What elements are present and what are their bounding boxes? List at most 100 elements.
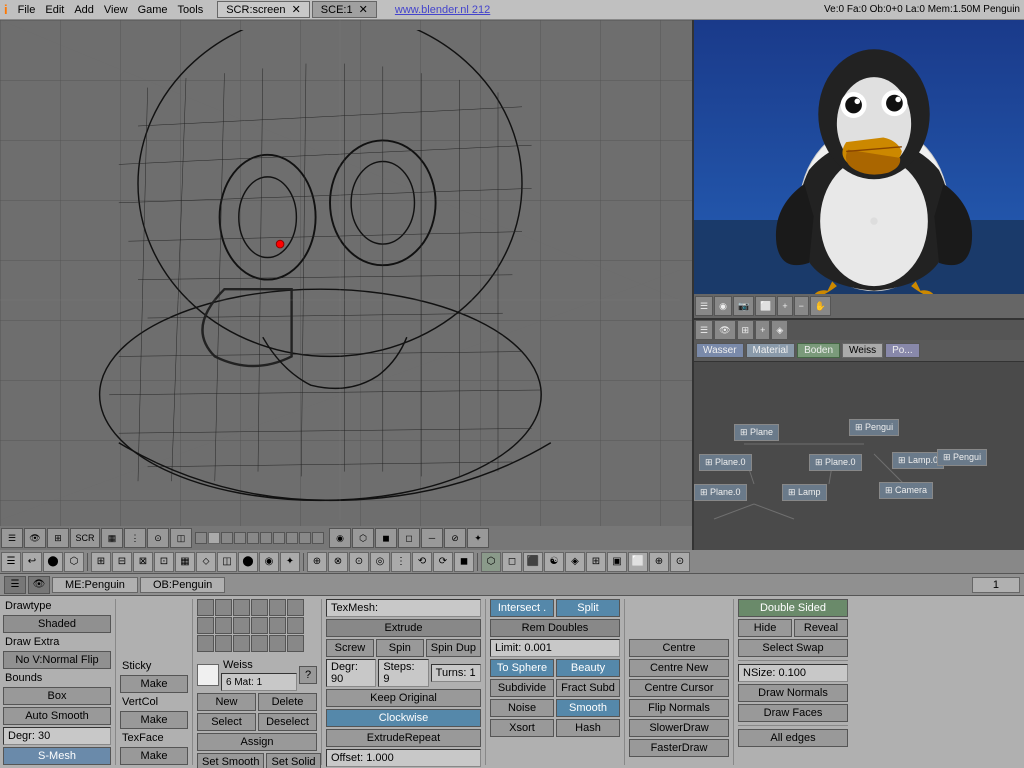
offset-input[interactable]: Offset: 1.000 (326, 749, 481, 767)
layer-10[interactable] (312, 532, 324, 544)
rem-doubles-btn[interactable]: Rem Doubles (490, 619, 620, 637)
extrude-repeat-btn[interactable]: ExtrudeRepeat (326, 729, 481, 747)
sq-9[interactable] (233, 617, 250, 634)
toolbar-btn-5[interactable]: ⊞ (91, 552, 111, 572)
smooth-btn[interactable]: Smooth (556, 699, 620, 717)
render-btn-camera[interactable]: 📷 (733, 296, 754, 316)
auto-smooth-btn[interactable]: Auto Smooth (3, 707, 111, 725)
bounds-dropdown[interactable]: Box (3, 687, 111, 705)
menu-tools[interactable]: Tools (178, 4, 204, 16)
node-btn-menu[interactable]: ☰ (695, 320, 713, 340)
intersect-btn[interactable]: Intersect . (490, 599, 554, 617)
menu-add[interactable]: Add (74, 4, 94, 16)
toolbar-btn-23[interactable]: ⬡ (481, 552, 501, 572)
to-sphere-btn[interactable]: To Sphere (490, 659, 554, 677)
sq-10[interactable] (251, 617, 268, 634)
split-btn[interactable]: Split (556, 599, 620, 617)
toolbar-btn-27[interactable]: ◈ (565, 552, 585, 572)
vp-btn-layer[interactable]: ◫ (170, 528, 192, 548)
degr-90-input[interactable]: Degr: 90 (326, 659, 376, 687)
layer-6[interactable] (260, 532, 272, 544)
node-plane0-3[interactable]: ⊞ Plane.0 (694, 484, 747, 501)
slower-draw-btn[interactable]: SlowerDraw (629, 719, 729, 737)
toolbar-btn-32[interactable]: ⊙ (670, 552, 690, 572)
sq-2[interactable] (215, 599, 232, 616)
node-btn-node[interactable]: ◈ (771, 320, 788, 340)
double-sided-btn[interactable]: Double Sided (738, 599, 848, 617)
menu-game[interactable]: Game (138, 4, 168, 16)
layer-1[interactable] (195, 532, 207, 544)
clockwise-btn[interactable]: Clockwise (326, 709, 481, 727)
toolbar-btn-20[interactable]: ⟲ (412, 552, 432, 572)
drawtype-shaded[interactable]: Shaded (3, 615, 111, 633)
reveal-btn[interactable]: Reveal (794, 619, 848, 637)
sq-5[interactable] (269, 599, 286, 616)
layer-9[interactable] (299, 532, 311, 544)
texmesh-input[interactable]: TexMesh: (326, 599, 481, 617)
set-smooth-btn[interactable]: Set Smooth (197, 753, 264, 768)
toolbar-btn-19[interactable]: ⋮ (391, 552, 411, 572)
fract-subd-btn[interactable]: Fract Subd (556, 679, 620, 697)
node-plane0-1[interactable]: ⊞ Plane.0 (699, 454, 752, 471)
color-swatch[interactable] (197, 664, 219, 686)
sticky-make-btn[interactable]: Make (120, 675, 188, 693)
node-editor[interactable]: ☰ 👁 ⊞ + ◈ Wasser Material Boden Weis (694, 320, 1024, 550)
toolbar-btn-29[interactable]: ▣ (607, 552, 627, 572)
layer-8[interactable] (286, 532, 298, 544)
status-viewport-icon[interactable]: 👁 (28, 576, 50, 594)
spin-btn[interactable]: Spin (376, 639, 424, 657)
node-btn-add[interactable]: + (755, 320, 770, 340)
node-btn-view[interactable]: 👁 (714, 320, 735, 340)
node-plane[interactable]: ⊞ Plane (734, 424, 779, 441)
vp-btn-prop[interactable]: ◉ (329, 528, 351, 548)
toolbar-btn-28[interactable]: ⊞ (586, 552, 606, 572)
sq-11[interactable] (269, 617, 286, 634)
node-btn-select[interactable]: ⊞ (737, 320, 755, 340)
viewport-3d[interactable]: ☰ 👁 ⊞ SCR ▦ ⋮ ⊙ ◫ ◉ ⬡ ◼ ◻ (0, 20, 694, 550)
toolbar-btn-21[interactable]: ⟳ (433, 552, 453, 572)
sq-4[interactable] (251, 599, 268, 616)
toolbar-btn-12[interactable]: ⬤ (238, 552, 258, 572)
faster-draw-btn[interactable]: FasterDraw (629, 739, 729, 757)
centre-cursor-btn[interactable]: Centre Cursor (629, 679, 729, 697)
vertcol-make-btn[interactable]: Make (120, 711, 188, 729)
steps-input[interactable]: Steps: 9 (378, 659, 428, 687)
assign-btn[interactable]: Assign (197, 733, 317, 751)
spin-dup-btn[interactable]: Spin Dup (426, 639, 481, 657)
sq-18[interactable] (287, 635, 304, 652)
centre-btn[interactable]: Centre (629, 639, 729, 657)
sq-3[interactable] (233, 599, 250, 616)
vp-btn-grid[interactable]: ▦ (101, 528, 123, 548)
layer-4[interactable] (234, 532, 246, 544)
menu-file[interactable]: File (18, 4, 36, 16)
vp-btn-xray[interactable]: ✦ (467, 528, 489, 548)
toolbar-btn-4[interactable]: ⬡ (64, 552, 84, 572)
toolbar-btn-30[interactable]: ⬜ (628, 552, 648, 572)
s-mesh-btn[interactable]: S-Mesh (3, 747, 111, 765)
toolbar-btn-11[interactable]: ◫ (217, 552, 237, 572)
toolbar-btn-22[interactable]: ◼ (454, 552, 474, 572)
toolbar-btn-6[interactable]: ⊟ (112, 552, 132, 572)
keep-original-btn[interactable]: Keep Original (326, 689, 481, 707)
sq-13[interactable] (197, 635, 214, 652)
material-tab-weiss[interactable]: Weiss (842, 343, 883, 358)
toolbar-btn-7[interactable]: ⊠ (133, 552, 153, 572)
sq-1[interactable] (197, 599, 214, 616)
select-swap-btn[interactable]: Select Swap (738, 639, 848, 657)
layer-7[interactable] (273, 532, 285, 544)
toolbar-btn-9[interactable]: ▦ (175, 552, 195, 572)
toolbar-btn-17[interactable]: ⊙ (349, 552, 369, 572)
render-btn-menu[interactable]: ☰ (695, 296, 713, 316)
sq-16[interactable] (251, 635, 268, 652)
xsort-btn[interactable]: Xsort (490, 719, 554, 737)
draw-extra-dropdown[interactable]: No V:Normal Flip (3, 651, 111, 669)
centre-new-btn[interactable]: Centre New (629, 659, 729, 677)
node-lamp[interactable]: ⊞ Lamp (782, 484, 827, 501)
node-pengui[interactable]: ⊞ Pengui (849, 419, 899, 436)
material-tab-more[interactable]: Po... (885, 343, 920, 358)
node-pengui2[interactable]: ⊞ Pengui (937, 449, 987, 466)
layer-3[interactable] (221, 532, 233, 544)
vp-btn-edge[interactable]: ─ (421, 528, 443, 548)
vp-btn-face[interactable]: ◼ (375, 528, 397, 548)
toolbar-btn-18[interactable]: ◎ (370, 552, 390, 572)
